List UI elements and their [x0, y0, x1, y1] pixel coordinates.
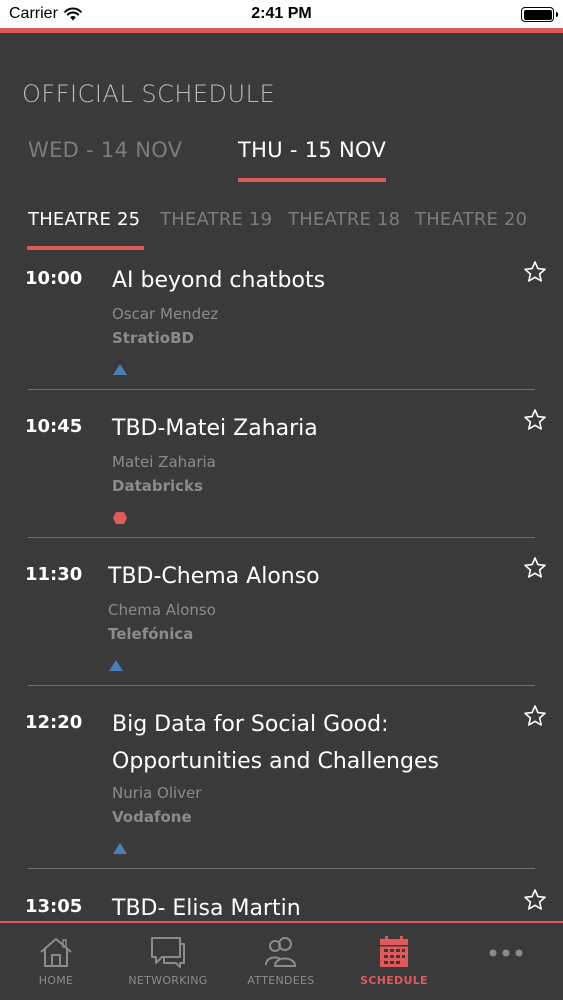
triangle-marker-icon [109, 660, 123, 671]
session-title: TBD-Chema Alonso [108, 564, 320, 589]
session-speaker: Chema Alonso [108, 601, 216, 619]
session-company: Databricks [112, 477, 203, 495]
header-accent-line [0, 28, 563, 33]
calendar-icon [380, 936, 408, 967]
favorite-star-icon[interactable] [523, 704, 547, 728]
session-company: Vodafone [112, 808, 192, 826]
chat-icon [151, 937, 185, 968]
tab-networking-label: NETWORKING [128, 974, 208, 987]
session-time: 10:45 [25, 416, 83, 437]
home-icon [40, 938, 72, 967]
bottom-tab-bar: HOME NETWORKING ATTENDEES SCHEDULE [0, 921, 563, 1000]
favorite-star-icon[interactable] [523, 888, 547, 912]
status-bar: Carrier 2:41 PM [0, 0, 563, 28]
triangle-marker-icon [113, 364, 127, 375]
tab-attendees[interactable]: ATTENDEES [243, 935, 319, 987]
tab-home-label: HOME [38, 974, 74, 987]
session-time: 12:20 [25, 712, 83, 733]
theatre-tab-25[interactable]: THEATRE 25 [28, 209, 140, 230]
session-company: Telefónica [108, 625, 194, 643]
session-speaker: Nuria Oliver [112, 784, 202, 802]
session-divider [28, 389, 535, 390]
session-divider [28, 685, 535, 686]
session-title: Big Data for Social Good: Opportunities … [112, 712, 439, 774]
tab-schedule[interactable]: SCHEDULE [358, 935, 430, 987]
day-tab-indicator [238, 178, 386, 182]
theatre-tab-18[interactable]: THEATRE 18 [288, 209, 400, 230]
tab-home[interactable]: HOME [20, 935, 92, 987]
favorite-star-icon[interactable] [523, 408, 547, 432]
session-time: 13:05 [25, 896, 83, 917]
day-tab-wed[interactable]: WED - 14 NOV [28, 138, 182, 162]
triangle-marker-icon [113, 843, 127, 854]
theatre-tab-19[interactable]: THEATRE 19 [160, 209, 272, 230]
hexagon-marker-icon [113, 512, 127, 524]
session-speaker: Oscar Mendez [112, 305, 219, 323]
tab-networking[interactable]: NETWORKING [125, 935, 211, 987]
session-time: 11:30 [25, 564, 83, 585]
battery-icon [521, 7, 558, 22]
day-tab-thu[interactable]: THU - 15 NOV [238, 138, 386, 162]
session-time: 10:00 [25, 268, 83, 289]
session-divider [28, 868, 535, 869]
session-speaker: Matei Zaharia [112, 453, 216, 471]
session-company: StratioBD [112, 329, 194, 347]
people-icon [265, 937, 297, 967]
tab-attendees-label: ATTENDEES [247, 974, 315, 987]
more-icon [489, 949, 523, 957]
page-title: OFFICIAL SCHEDULE [22, 80, 276, 108]
session-title: TBD-Matei Zaharia [112, 416, 318, 441]
tab-schedule-label: SCHEDULE [360, 974, 428, 987]
status-time: 2:41 PM [251, 5, 312, 22]
session-title: AI beyond chatbots [112, 268, 326, 293]
session-divider [28, 537, 535, 538]
favorite-star-icon[interactable] [523, 556, 547, 580]
tab-more[interactable] [480, 947, 532, 959]
theatre-tab-indicator [27, 246, 144, 250]
theatre-tab-20[interactable]: THEATRE 20 [415, 209, 527, 230]
favorite-star-icon[interactable] [523, 260, 547, 284]
